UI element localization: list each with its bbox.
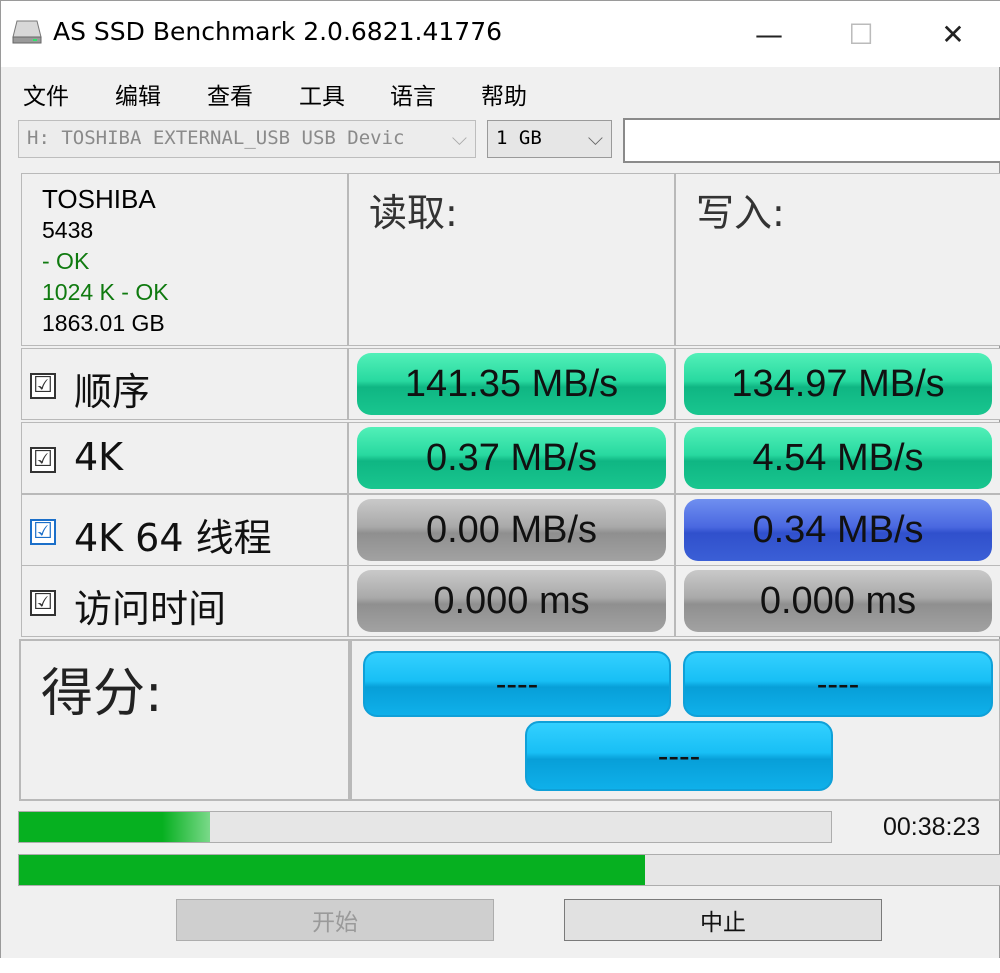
sequential-read-result: 141.35 MB/s [357,353,666,415]
sequential-write-cell: 134.97 MB/s [675,348,1000,420]
row-sequential: ☑ 顺序 [21,348,348,420]
drive-select[interactable]: H: TOSHIBA EXTERNAL_USB USB Devic ⌵ [18,120,476,158]
4k-label: 4K [74,435,124,479]
drive-icon [12,20,42,44]
row-4k: ☑ 4K [21,422,348,494]
4k-64-thread-label: 4K 64 线程 [74,516,272,560]
maximize-icon: ☐ [848,17,874,51]
current-test-progress-bar [18,811,832,843]
menu-help[interactable]: 帮助 [481,77,527,111]
minimize-icon: — [755,17,783,51]
stop-button[interactable]: 中止 [564,899,882,941]
close-icon: ✕ [941,17,965,51]
row-access-time: ☑ 访问时间 [21,565,348,637]
read-header-label: 读取: [369,191,458,235]
elapsed-time: 00:38:23 [883,813,981,841]
write-header-label: 写入: [696,191,785,235]
sequential-label: 顺序 [74,370,151,414]
4k-64-thread-checkbox[interactable]: ☑ [30,519,56,545]
read-column-header: 读取: [348,173,675,346]
sequential-write-result: 134.97 MB/s [684,353,992,415]
overall-progress-fill [19,855,645,885]
drive-model: TOSHIBA [42,184,156,214]
background-page-strip [0,958,1000,973]
4k-64-thread-write-cell: 0.34 MB/s [675,494,1000,566]
total-score: ---- [525,721,833,791]
app-window: AS SSD Benchmark 2.0.6821.41776 — ☐ ✕ 文件… [0,0,1000,973]
access-time-label: 访问时间 [74,587,227,631]
4k-64-thread-write-result: 0.34 MB/s [684,499,992,561]
4k-write-result: 4.54 MB/s [684,427,992,489]
access-time-checkbox[interactable]: ☑ [30,590,56,616]
score-area: ---- ---- ---- [350,639,1000,801]
score-label-cell: 得分: [19,639,350,801]
4k-read-cell: 0.37 MB/s [348,422,675,494]
write-score: ---- [683,651,993,717]
window-title: AS SSD Benchmark 2.0.6821.41776 [53,17,502,46]
read-score: ---- [363,651,671,717]
chevron-down-icon: ⌵ [451,126,467,150]
access-time-write-result: 0.000 ms [684,570,992,632]
drive-capacity: 1863.01 GB [42,310,165,336]
drive-select-value: H: TOSHIBA EXTERNAL_USB USB Devic [27,127,405,149]
menu-language[interactable]: 语言 [390,77,436,111]
drive-info-panel: TOSHIBA 5438 - OK 1024 K - OK 1863.01 GB [21,173,348,346]
menu-tools[interactable]: 工具 [299,77,345,111]
maximize-button[interactable]: ☐ [815,1,907,67]
4k-64-thread-read-cell: 0.00 MB/s [348,494,675,566]
menu-view[interactable]: 查看 [207,77,253,111]
overall-progress-bar [18,854,1000,886]
start-button[interactable]: 开始 [176,899,494,941]
4k-read-result: 0.37 MB/s [357,427,666,489]
sequential-checkbox[interactable]: ☑ [30,373,56,399]
menu-edit[interactable]: 编辑 [115,77,161,111]
row-4k-64-thread: ☑ 4K 64 线程 [21,494,348,566]
4k-checkbox[interactable]: ☑ [30,447,56,473]
access-time-write-cell: 0.000 ms [675,565,1000,637]
notes-input[interactable] [623,118,1000,163]
driver-status: - OK [42,248,90,274]
test-size-value: 1 GB [496,127,542,149]
close-button[interactable]: ✕ [907,1,999,67]
minimize-button[interactable]: — [723,1,815,67]
menu-file[interactable]: 文件 [23,77,69,111]
chevron-down-icon: ⌵ [587,126,603,150]
title-bar[interactable]: AS SSD Benchmark 2.0.6821.41776 — ☐ ✕ [1,1,1000,67]
4k-64-thread-read-result: 0.00 MB/s [357,499,666,561]
write-column-header: 写入: [675,173,1000,346]
4k-write-cell: 4.54 MB/s [675,422,1000,494]
sequential-read-cell: 141.35 MB/s [348,348,675,420]
access-time-read-result: 0.000 ms [357,570,666,632]
score-label: 得分: [41,664,163,724]
drive-firmware: 5438 [42,217,94,243]
menu-bar: 文件 编辑 查看 工具 语言 帮助 [1,71,1000,115]
test-size-select[interactable]: 1 GB ⌵ [487,120,612,158]
access-time-read-cell: 0.000 ms [348,565,675,637]
alignment-status: 1024 K - OK [42,279,169,305]
current-test-progress-fill [19,812,210,842]
